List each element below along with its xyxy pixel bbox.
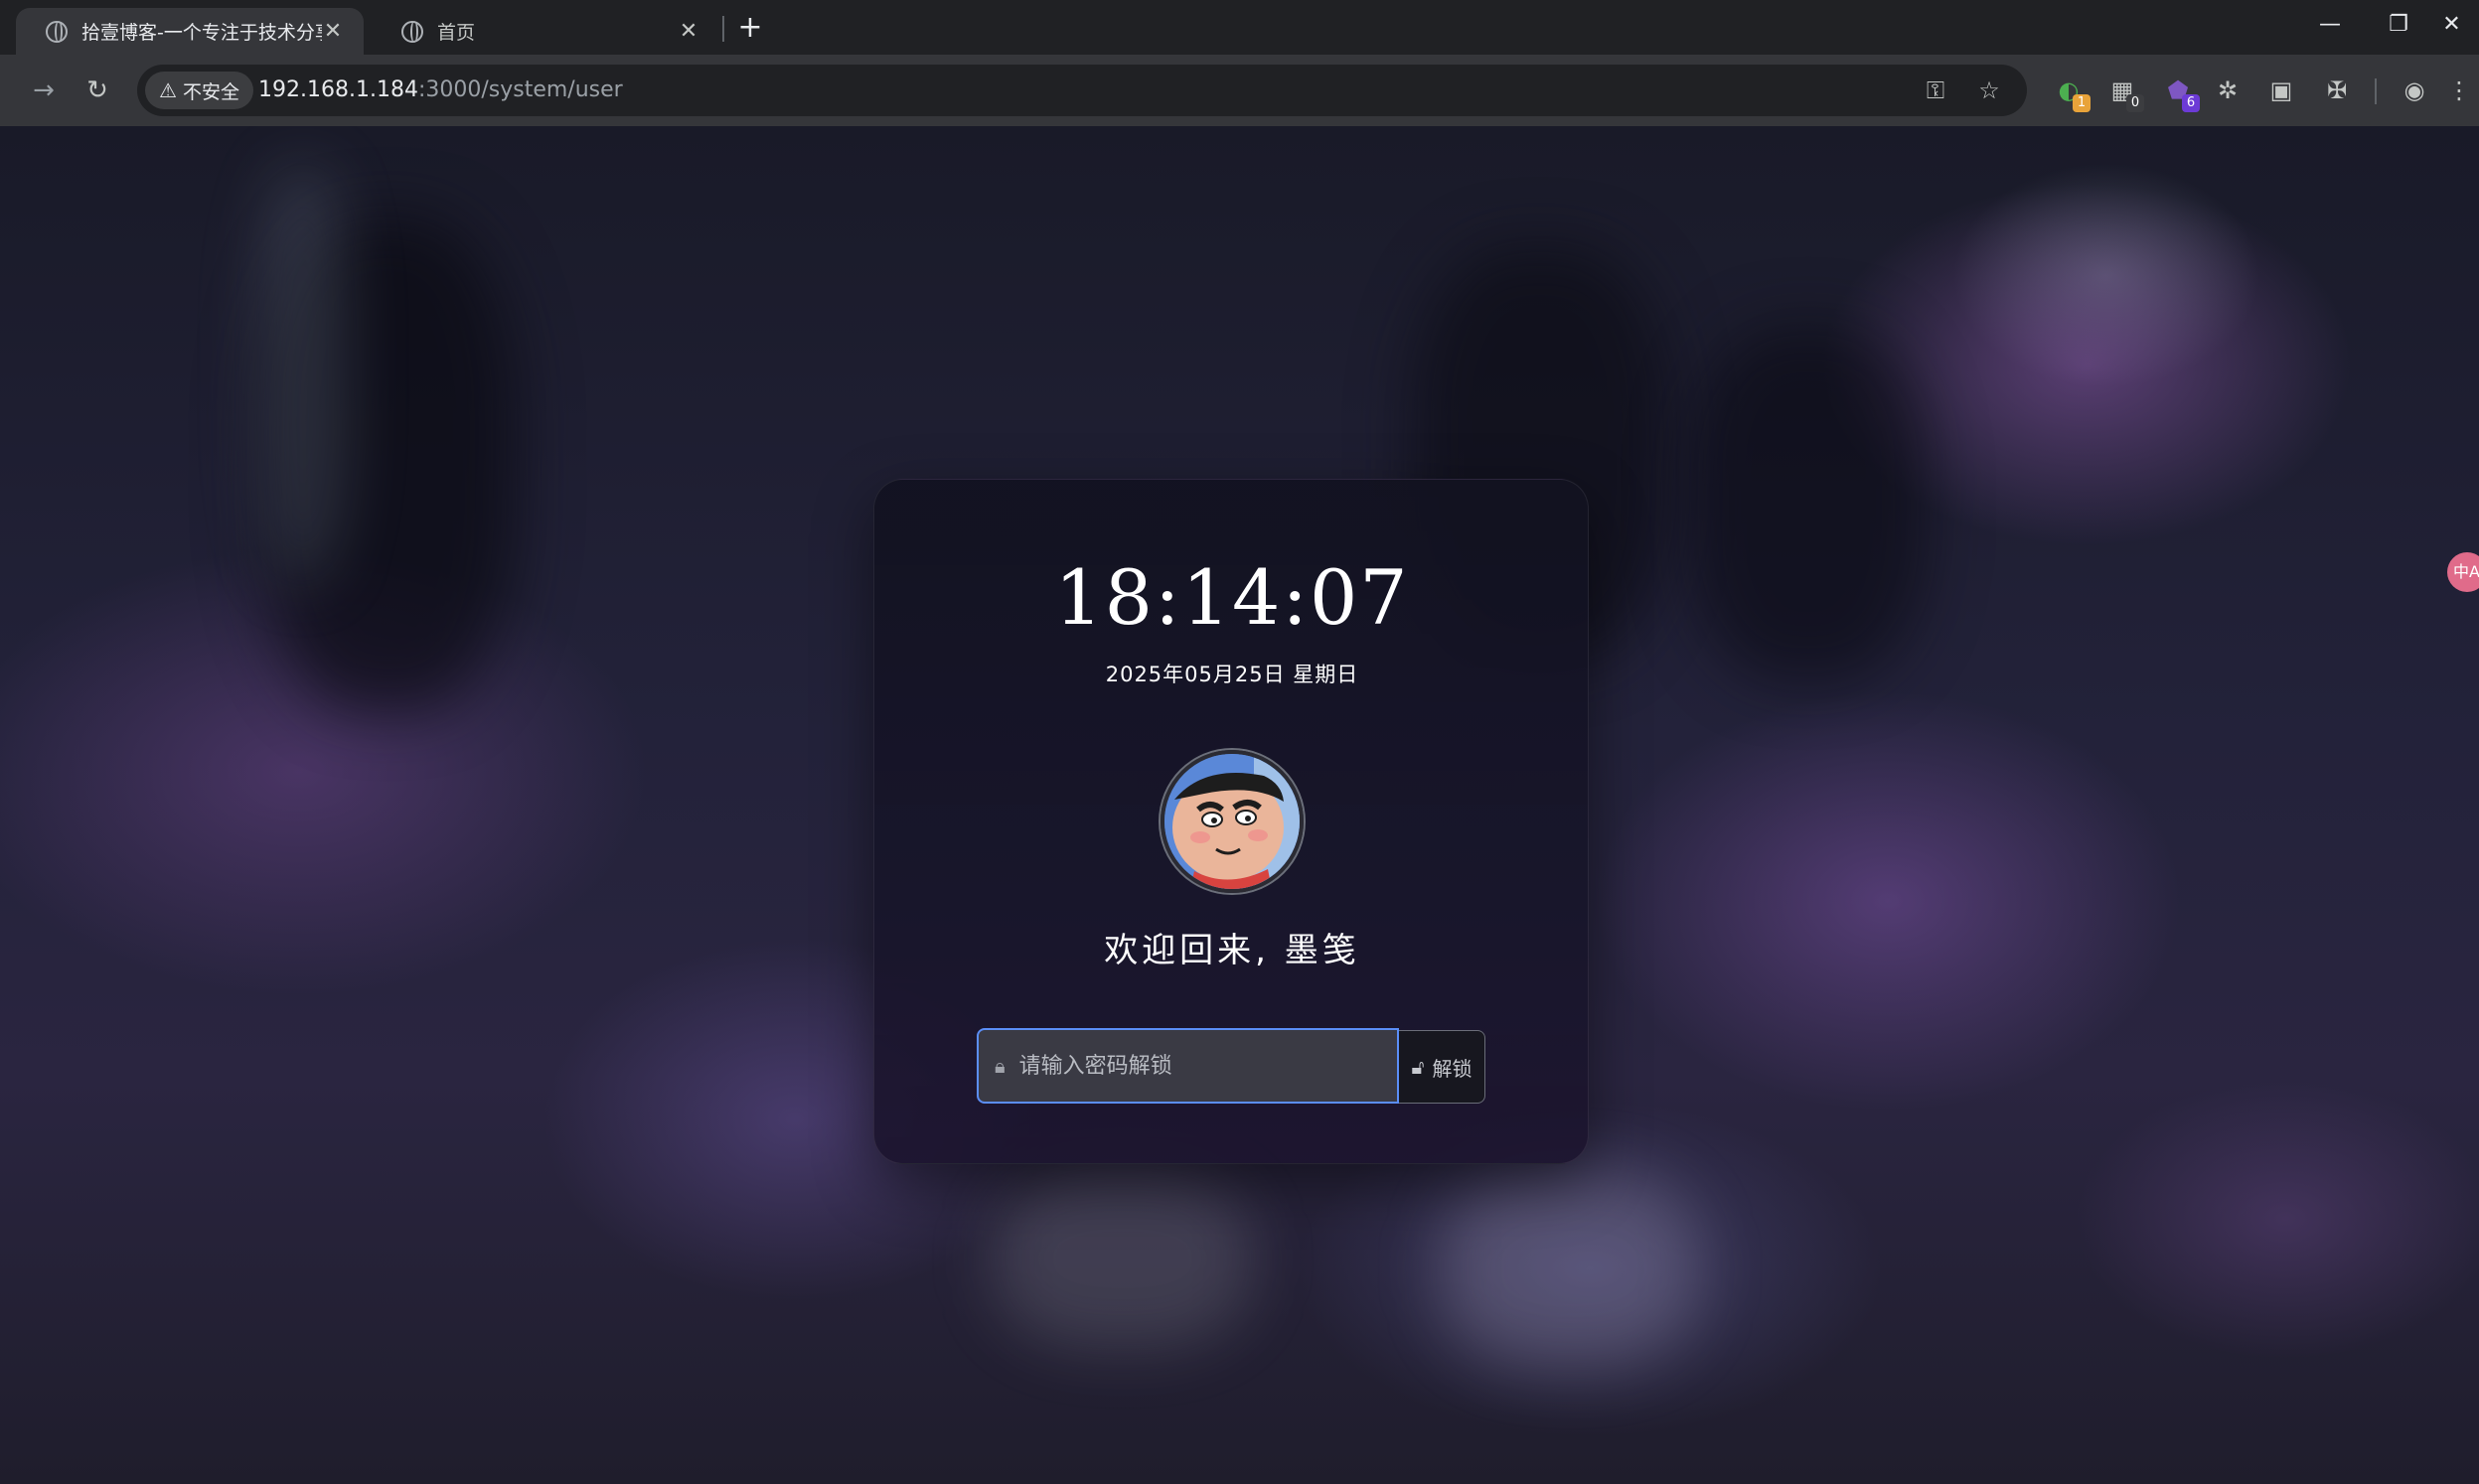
background-vending-light [994,1169,1252,1348]
extension-grid-icon[interactable]: ▦ 0 [2102,71,2144,112]
extension-glasses-icon[interactable]: ▣ [2261,71,2301,110]
tab-divider [722,16,724,42]
toolbar-divider [2375,78,2377,104]
extension-badge: 0 [2126,94,2144,112]
password-key-icon[interactable]: ⚿ [1918,73,1953,108]
url-host: 192.168.1.184 [258,77,418,102]
extension-badge: 6 [2182,94,2200,112]
lock-screen-card: 18:14:07 2025年05月25日 星期日 欢迎回来, 墨笺 🔒︎ 🔓︎ … [873,479,1589,1164]
globe-icon [46,20,68,43]
new-tab-button[interactable]: + [735,8,765,48]
menu-kebab-icon[interactable]: ⋮ [2444,71,2474,110]
extension-gear-icon[interactable]: ✲ [2208,71,2247,110]
close-window-button[interactable]: ✕ [2424,0,2479,55]
tab-strip: 拾壹博客-一个专注于技术分享 ✕ 首页 ✕ + — ❐ ✕ [0,0,2479,55]
extensions-puzzle-icon[interactable]: ✠ [2317,71,2357,110]
extension-green-icon[interactable]: ◐ 1 [2049,71,2091,112]
restore-button[interactable]: ❐ [2365,0,2432,55]
clock-date: 2025年05月25日 星期日 [1105,663,1359,686]
background-figure [1441,1169,1699,1368]
extension-badge: 1 [2073,94,2091,112]
close-tab-icon[interactable]: ✕ [678,19,699,44]
avatar-cartoon-face [1164,754,1300,889]
minimize-button[interactable]: — [2296,0,2364,55]
reload-icon[interactable]: ↻ [76,69,119,112]
globe-icon [401,20,423,43]
security-chip[interactable]: ⚠ 不安全 [145,72,253,109]
password-field[interactable]: 🔒︎ [977,1028,1399,1104]
unlock-button[interactable]: 🔓︎ 解锁 [1399,1030,1485,1104]
lock-page-background: 18:14:07 2025年05月25日 星期日 欢迎回来, 墨笺 🔒︎ 🔓︎ … [0,126,2479,1484]
forward-icon[interactable]: → [22,69,66,112]
security-label: 不安全 [182,80,239,103]
address-bar[interactable]: ⚠ 不安全 192.168.1.184:3000/system/user ⚿ ☆ [137,65,2027,116]
warning-icon: ⚠ [159,78,177,102]
url-text[interactable]: 192.168.1.184:3000/system/user [258,65,623,116]
background-building [1689,325,1928,682]
extension-purple-icon[interactable]: ⬟ 6 [2158,71,2200,112]
tab-home[interactable]: 首页 ✕ [372,8,719,55]
unlock-label: 解锁 [1432,1056,1472,1081]
lock-icon: 🔒︎ [995,1054,1006,1078]
input-method-widget[interactable]: 中A [2447,552,2479,592]
tab-title: 拾壹博客-一个专注于技术分享 [81,22,322,44]
background-light-streak [258,166,348,583]
url-path: :3000/system/user [417,77,623,102]
avatar [1161,750,1304,893]
welcome-message: 欢迎回来, 墨笺 [1104,931,1360,970]
password-input[interactable] [1016,1036,1397,1096]
tab-blog[interactable]: 拾壹博客-一个专注于技术分享 ✕ [16,8,364,55]
browser-toolbar: → ↻ ⚠ 不安全 192.168.1.184:3000/system/user… [0,55,2479,126]
clock-time: 18:14:07 [1054,553,1410,642]
profile-icon[interactable]: ◉ [2395,71,2434,110]
unlock-icon: 🔓︎ [1411,1055,1425,1079]
close-tab-icon[interactable]: ✕ [322,19,344,44]
tab-title: 首页 [437,22,476,44]
bookmark-star-icon[interactable]: ☆ [1971,73,2007,108]
